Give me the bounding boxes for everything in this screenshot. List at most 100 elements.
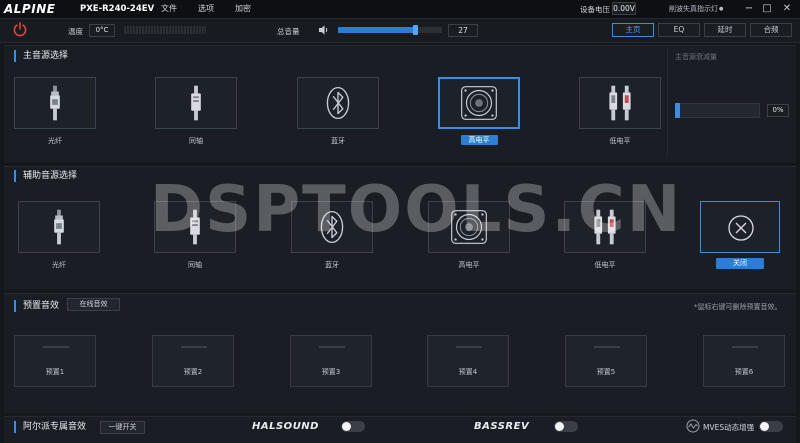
preset-5-button[interactable]: 预置5 — [565, 335, 647, 387]
rca-icon — [594, 209, 616, 245]
preset-3-bar — [319, 346, 345, 348]
alpine-effects-title: 阿尔派专属音效 — [14, 421, 86, 433]
preset-2-button[interactable]: 预置2 — [152, 335, 234, 387]
level-meter — [124, 26, 206, 34]
halosound-logo-part1: HAL — [252, 421, 276, 432]
close-circle-icon — [728, 215, 754, 241]
bassrev-logo: BASSREV — [474, 421, 530, 432]
halosound-logo-part2: SOUND — [275, 421, 319, 432]
preset-1-button[interactable]: 预置1 — [14, 335, 96, 387]
preset-4-button[interactable]: 预置4 — [427, 335, 509, 387]
attenuation-label: 主音源衰减量 — [675, 53, 717, 61]
aux-source-low-level-label: 低电平 — [594, 261, 616, 269]
presets-title: 预置音效 — [14, 300, 59, 312]
bassrev-toggle[interactable] — [554, 421, 578, 432]
volume-slider-fill — [338, 27, 416, 33]
aux-source-panel — [4, 166, 796, 289]
speaker-icon — [461, 86, 497, 120]
online-presets-button[interactable]: 在线音效 — [67, 298, 120, 311]
volume-value[interactable]: 27 — [448, 24, 478, 37]
close-window-icon[interactable]: ✕ — [780, 2, 794, 16]
aux-source-low-level-button[interactable] — [564, 201, 646, 253]
attenuation-slider-track[interactable] — [675, 103, 760, 118]
tab-home[interactable]: 主页 — [612, 23, 654, 37]
main-source-bluetooth-button[interactable] — [297, 77, 379, 129]
clip-dot-icon: ● — [719, 6, 724, 12]
maximize-icon[interactable]: □ — [760, 2, 774, 16]
voltage-label: 设备电压 — [580, 5, 610, 14]
aux-source-coaxial-button[interactable] — [154, 201, 236, 253]
aux-source-bluetooth-label: 蓝牙 — [325, 261, 339, 269]
preset-5-label: 预置5 — [596, 368, 616, 376]
model-name: PXE-R240-24EV — [80, 4, 155, 14]
main-source-low-level-button[interactable] — [579, 77, 661, 129]
preset-6-button[interactable]: 预置6 — [703, 335, 785, 387]
preset-3-button[interactable]: 预置3 — [290, 335, 372, 387]
coaxial-icon — [191, 85, 201, 121]
aux-source-bluetooth-button[interactable] — [291, 201, 373, 253]
menu-file[interactable]: 文件 — [161, 3, 177, 15]
main-source-high-level-label: 高电平 — [438, 135, 520, 145]
tab-delay[interactable]: 延时 — [704, 23, 746, 37]
main-source-title: 主音源选择 — [14, 50, 68, 62]
temperature-value: 0°C — [89, 24, 115, 37]
presets-panel — [4, 293, 796, 413]
aux-source-title: 辅助音源选择 — [14, 170, 77, 182]
speaker-icon — [451, 210, 487, 244]
preset-3-label: 预置3 — [321, 368, 341, 376]
main-source-optical-label: 光纤 — [48, 137, 62, 145]
menu-encrypt[interactable]: 加密 — [235, 3, 251, 15]
one-key-toggle-button[interactable]: 一键开关 — [100, 421, 145, 434]
panel-divider — [667, 48, 668, 156]
optical-icon — [50, 85, 60, 121]
preset-6-label: 预置6 — [734, 368, 754, 376]
halosound-logo: HALSOUND — [252, 421, 319, 433]
main-source-coaxial-label: 同轴 — [189, 137, 203, 145]
preset-6-bar — [732, 346, 758, 348]
alpine-logo: ALPINE — [4, 2, 56, 16]
preset-5-bar — [594, 346, 620, 348]
mves-icon — [686, 419, 700, 433]
speaker-volume-icon[interactable] — [318, 24, 330, 36]
optical-icon — [54, 209, 64, 245]
clip-indicator: 削波失真指示灯● — [669, 4, 723, 14]
main-source-low-level-label: 低电平 — [609, 137, 631, 145]
bluetooth-icon — [320, 210, 344, 244]
preset-2-bar — [181, 346, 207, 348]
aux-source-off-button[interactable] — [700, 201, 780, 253]
aux-source-coaxial-label: 同轴 — [188, 261, 202, 269]
main-source-high-level-button[interactable] — [438, 77, 520, 129]
mves-toggle[interactable] — [759, 421, 783, 432]
preset-2-label: 预置2 — [183, 368, 203, 376]
main-source-optical-button[interactable] — [14, 77, 96, 129]
aux-source-optical-label: 光纤 — [52, 261, 66, 269]
presets-hint: *鼠标右键可删除预置音效。 — [694, 303, 782, 311]
rca-icon — [609, 85, 631, 121]
aux-source-off-label[interactable]: 关闭 — [716, 258, 764, 269]
coaxial-icon — [190, 209, 200, 245]
tab-crossover[interactable]: 合频 — [750, 23, 792, 37]
clip-label: 削波失真指示灯 — [669, 5, 718, 13]
bluetooth-icon — [326, 86, 350, 120]
attenuation-slider-handle[interactable] — [675, 103, 680, 118]
preset-4-bar — [456, 346, 482, 348]
temperature-label: 温度 — [68, 27, 83, 36]
preset-1-bar — [43, 346, 69, 348]
mves-label: MVES动态增强 — [703, 423, 755, 432]
main-source-bluetooth-label: 蓝牙 — [331, 137, 345, 145]
power-icon[interactable] — [12, 21, 28, 37]
preset-1-label: 预置1 — [45, 368, 65, 376]
voltage-value: 0.00V — [612, 2, 636, 15]
tab-eq[interactable]: EQ — [658, 23, 700, 37]
main-source-coaxial-button[interactable] — [155, 77, 237, 129]
preset-4-label: 预置4 — [458, 368, 478, 376]
main-source-high-level-text: 高电平 — [460, 135, 498, 145]
aux-source-high-level-button[interactable] — [428, 201, 510, 253]
menu-options[interactable]: 选项 — [198, 3, 214, 15]
volume-slider-handle[interactable] — [413, 25, 418, 35]
minimize-icon[interactable]: − — [742, 2, 756, 16]
aux-source-optical-button[interactable] — [18, 201, 100, 253]
volume-label: 总音量 — [277, 27, 300, 36]
halosound-toggle[interactable] — [341, 421, 365, 432]
attenuation-value[interactable]: 0% — [767, 104, 789, 117]
